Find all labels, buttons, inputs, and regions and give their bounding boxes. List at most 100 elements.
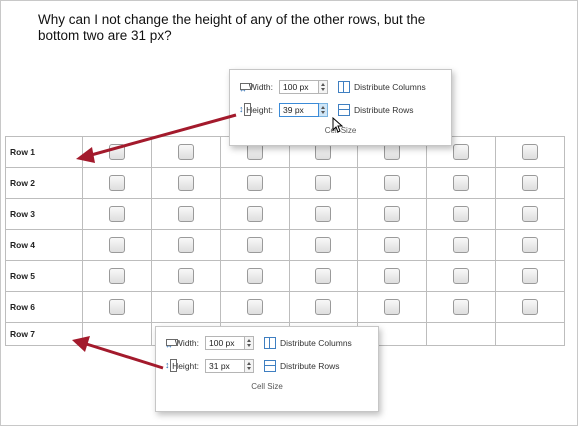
width-row: Width: 100 px Distribute Columns: [239, 78, 426, 95]
width-spinner[interactable]: [245, 335, 254, 350]
checkbox[interactable]: [384, 267, 401, 284]
checkbox[interactable]: [522, 298, 539, 315]
checkbox[interactable]: [522, 174, 539, 191]
checkbox[interactable]: [315, 143, 332, 160]
grid-cell: [150, 198, 221, 230]
column-width-icon: [165, 337, 178, 350]
row-label: Row 7: [5, 322, 83, 346]
width-field[interactable]: 100 px: [205, 335, 245, 350]
checkbox[interactable]: [177, 267, 194, 284]
grid-cell: [219, 229, 290, 261]
grid-table: Row 1 Row 2 Row 3 Row 4 Row 5 Row 6 Row 7: [5, 136, 565, 346]
checkbox[interactable]: [177, 236, 194, 253]
grid-cell: [150, 260, 221, 292]
checkbox[interactable]: [315, 174, 332, 191]
grid-cell: [82, 229, 152, 261]
checkbox[interactable]: [108, 236, 125, 253]
checkbox[interactable]: [384, 205, 401, 222]
grid-cell: [357, 291, 428, 323]
checkbox[interactable]: [453, 205, 470, 222]
checkbox[interactable]: [315, 236, 332, 253]
distribute-rows-button[interactable]: Distribute Rows: [264, 359, 340, 372]
checkbox[interactable]: [522, 143, 539, 160]
checkbox[interactable]: [108, 174, 125, 191]
grid-cell: [288, 167, 359, 199]
checkbox[interactable]: [522, 267, 539, 284]
checkbox[interactable]: [453, 174, 470, 191]
height-row: Height: 39 px Distribute Rows: [239, 101, 414, 118]
checkbox[interactable]: [246, 143, 263, 160]
width-spinner[interactable]: [319, 79, 328, 94]
checkbox[interactable]: [384, 236, 401, 253]
grid-cell: [82, 136, 152, 168]
checkbox[interactable]: [384, 174, 401, 191]
checkbox[interactable]: [108, 205, 125, 222]
grid-cell: [495, 260, 565, 292]
checkbox[interactable]: [315, 298, 332, 315]
checkbox[interactable]: [177, 205, 194, 222]
distribute-columns-button[interactable]: Distribute Columns: [338, 80, 426, 93]
checkbox[interactable]: [246, 298, 263, 315]
row-label: Row 1: [5, 136, 83, 168]
table-row: Row 3: [5, 198, 565, 230]
checkbox[interactable]: [246, 174, 263, 191]
grid-cell: [495, 136, 565, 168]
row-height-icon: [239, 103, 252, 116]
grid-cell: [219, 291, 290, 323]
distribute-columns-button[interactable]: Distribute Columns: [264, 336, 352, 349]
grid-cell: [426, 229, 497, 261]
height-spinner[interactable]: [319, 102, 328, 117]
grid-cell: [219, 198, 290, 230]
grid-cell: [82, 291, 152, 323]
grid-cell: [288, 229, 359, 261]
checkbox[interactable]: [384, 143, 401, 160]
grid-cell: [150, 167, 221, 199]
checkbox[interactable]: [315, 205, 332, 222]
checkbox[interactable]: [108, 267, 125, 284]
distribute-rows-icon: [338, 103, 350, 116]
checkbox[interactable]: [453, 236, 470, 253]
checkbox[interactable]: [453, 267, 470, 284]
checkbox[interactable]: [453, 143, 470, 160]
checkbox[interactable]: [453, 298, 470, 315]
question-text: Why can I not change the height of any o…: [38, 12, 426, 43]
grid-cell: [426, 322, 497, 346]
height-field[interactable]: 39 px: [279, 102, 319, 117]
grid-cell: [150, 291, 221, 323]
grid-cell: [426, 260, 497, 292]
distribute-rows-button[interactable]: Distribute Rows: [338, 103, 414, 116]
checkbox[interactable]: [246, 236, 263, 253]
grid-cell: [357, 260, 428, 292]
cell-size-panel-top: Width: 100 px Distribute Columns Height:…: [229, 69, 452, 146]
checkbox[interactable]: [108, 298, 125, 315]
checkbox[interactable]: [246, 205, 263, 222]
grid-cell: [357, 167, 428, 199]
checkbox[interactable]: [522, 236, 539, 253]
row-height-icon: [165, 359, 178, 372]
checkbox[interactable]: [246, 267, 263, 284]
grid-cell: [357, 229, 428, 261]
checkbox[interactable]: [177, 174, 194, 191]
row-label: Row 5: [5, 260, 83, 292]
row-label: Row 6: [5, 291, 83, 323]
width-field[interactable]: 100 px: [279, 79, 319, 94]
checkbox[interactable]: [384, 298, 401, 315]
height-spinner[interactable]: [245, 358, 254, 373]
checkbox[interactable]: [108, 143, 125, 160]
height-field[interactable]: 31 px: [205, 358, 245, 373]
table-row: Row 2: [5, 167, 565, 199]
checkbox[interactable]: [177, 298, 194, 315]
checkbox[interactable]: [177, 143, 194, 160]
checkbox[interactable]: [315, 267, 332, 284]
column-width-icon: [239, 81, 252, 94]
width-label: Width:: [174, 337, 199, 348]
grid-cell: [495, 167, 565, 199]
checkbox[interactable]: [522, 205, 539, 222]
distribute-rows-icon: [264, 359, 276, 372]
checkbox-grid: Row 1 Row 2 Row 3 Row 4 Row 5 Row 6 Row 7: [5, 136, 565, 346]
grid-cell: [82, 322, 152, 346]
grid-cell: [426, 198, 497, 230]
grid-cell: [288, 198, 359, 230]
grid-cell: [219, 260, 290, 292]
table-row: Row 6: [5, 291, 565, 323]
